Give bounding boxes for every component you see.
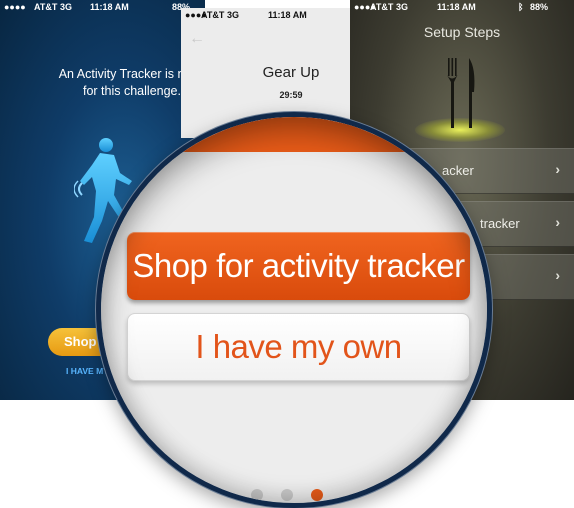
- chevron-right-icon: ›: [555, 161, 560, 177]
- time-label: 11:18 AM: [90, 2, 129, 12]
- tracker-required-message: An Activity Tracker is need for this cha…: [58, 67, 205, 98]
- carrier-label: AT&T: [34, 2, 58, 12]
- network-label: 3G: [227, 10, 240, 20]
- network-label: 3G: [396, 2, 409, 12]
- carrier-label: AT&T: [370, 2, 394, 12]
- carrier-label: AT&T: [201, 10, 225, 20]
- left-arrow-icon[interactable]: ←: [189, 30, 205, 48]
- magnifier-lens: Shop for activity tracker I have my own: [96, 112, 492, 508]
- bluetooth-icon: ᛒ: [518, 2, 524, 12]
- chevron-right-icon: ›: [555, 267, 560, 283]
- setup-step-label: acker: [442, 163, 474, 178]
- chevron-right-icon: ›: [555, 214, 560, 230]
- signal-icon: ●●●●: [4, 2, 26, 12]
- status-bar: ●●●● AT&T 3G 11:18 AM ᛒ 88%: [350, 0, 574, 15]
- status-bar: ●●●● AT&T 3G 11:18 AM 88%: [0, 0, 205, 15]
- battery-label: 88%: [530, 2, 549, 12]
- time-label: 11:18 AM: [268, 10, 307, 20]
- page-title: Setup Steps: [423, 24, 501, 40]
- network-label: 3G: [60, 2, 73, 12]
- time-label: 11:18 AM: [437, 2, 476, 12]
- lens-shading: [101, 117, 487, 503]
- i-have-my-own-link[interactable]: I HAVE MY: [66, 366, 109, 376]
- setup-step-label: tracker: [480, 216, 520, 231]
